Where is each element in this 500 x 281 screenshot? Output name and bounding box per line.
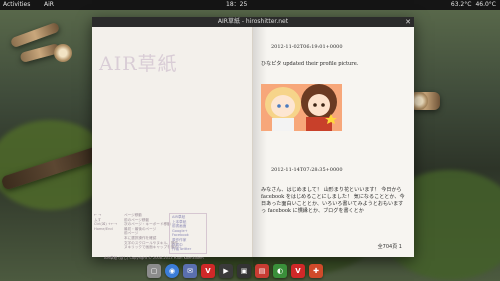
post-text: ひなピタ updated their profile picture. (261, 61, 359, 67)
chrome-icon[interactable]: ◉ (165, 264, 179, 278)
vivaldi-icon[interactable]: V (291, 264, 305, 278)
evince-icon[interactable]: ◐ (273, 264, 287, 278)
help-panel: ← → ムす Ctrl(⌘) +←→ Home/End ページ移動 前のページ移… (92, 213, 247, 254)
left-page: AIR草紙 ← → ムす Ctrl(⌘) +←→ Home/End ページ移動 … (92, 27, 253, 260)
temp-gpu: 46.0°C (475, 1, 496, 8)
app-menu[interactable]: AiR (44, 0, 54, 10)
mail-icon[interactable]: ✉ (183, 264, 197, 278)
window-titlebar: AIR草紙 - hiroshitter.net ✕ (92, 17, 414, 27)
bamboo-end (54, 44, 72, 62)
anime-avatar-image (261, 84, 342, 131)
post-timestamp: 2012-11-02T06:19:01+0000 (271, 44, 343, 50)
app-window: AIR草紙 - hiroshitter.net ✕ AIR草紙 ← → ムす C… (92, 17, 414, 267)
status-area[interactable]: 63.2°C 46.0°C (451, 0, 496, 10)
temp-cpu: 63.2°C (450, 1, 472, 8)
dock: ▢ ◉ ✉ V ▶ ▣ ▤ ◐ V ✚ (147, 262, 362, 280)
files-icon[interactable]: ▢ (147, 264, 161, 278)
activities-button[interactable]: Activities (3, 0, 30, 10)
close-icon[interactable]: ✕ (405, 17, 411, 27)
window-title: AIR草紙 - hiroshitter.net (217, 18, 289, 25)
clock[interactable]: 18：25 (226, 0, 247, 10)
copyright: AIR草紙 (ぼし) Copyright © 2008-2013 Yuuri K… (104, 256, 204, 260)
page-indicator[interactable]: 全704頁 1 (378, 243, 402, 250)
books-icon[interactable]: ▤ (255, 264, 269, 278)
post-timestamp: 2012-11-14T07:28:35+0000 (271, 167, 343, 173)
link[interactable]: 作者Twitter (172, 247, 204, 252)
terminal-icon[interactable]: ▣ (237, 264, 251, 278)
vivaldi-icon[interactable]: V (201, 264, 215, 278)
app-logo: AIR草紙 (99, 53, 178, 75)
profile-picture[interactable] (261, 84, 342, 131)
games-icon[interactable]: ✚ (309, 264, 323, 278)
top-bar: Activities AiR 18：25 63.2°C 46.0°C (0, 0, 500, 10)
help-links: AIR草紙 上本草紙 前書画面 Google+ Facebook 原作作家 作成… (169, 213, 207, 254)
video-icon[interactable]: ▶ (219, 264, 233, 278)
right-page: 2012-11-02T06:19:01+0000 ひなピタ updated th… (253, 27, 414, 267)
post-text: みなさん、はじめまして！ 山形まり花といいます！ 今日から facebook を… (261, 187, 405, 214)
